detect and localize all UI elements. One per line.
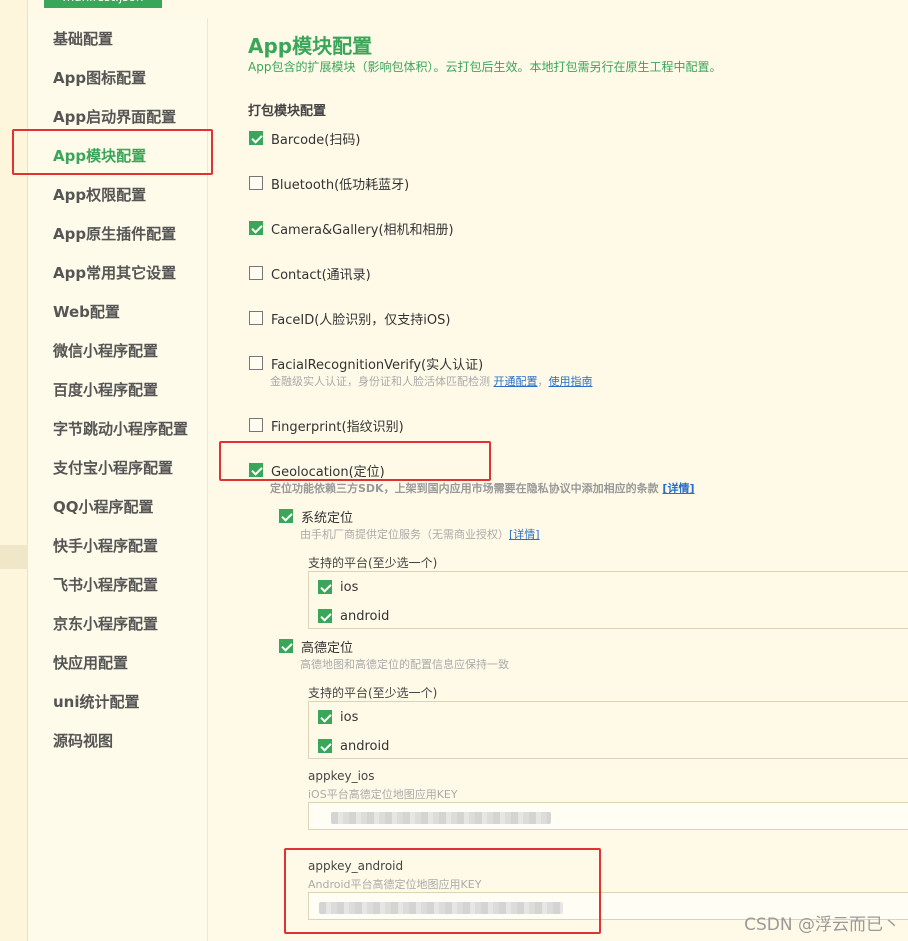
facial-verify-description: 金融级实人认证，身份证和人脸活体匹配检测 开通配置，使用指南 [270,373,593,389]
geolocation-desc-text: 定位功能依赖三方SDK，上架到国内应用市场需要在隐私协议中添加相应的条款 [270,482,659,495]
sidebar-item-app-modules[interactable]: App模块配置 [53,145,146,167]
platform-label: android [340,608,390,624]
sidebar-item-kuaishou[interactable]: 快手小程序配置 [53,535,158,557]
checkbox-checked-icon[interactable] [249,131,263,145]
sidebar-item-app-permissions[interactable]: App权限配置 [53,184,146,206]
checkbox-unchecked-icon[interactable] [249,356,263,370]
checkbox-checked-icon[interactable] [318,710,332,724]
sidebar-item-source-view[interactable]: 源码视图 [53,730,113,752]
system-location-details-link[interactable]: [详情] [509,528,540,541]
sidebar-item-basic[interactable]: 基础配置 [53,28,113,50]
platform-label: ios [340,579,359,595]
sidebar-item-app-other[interactable]: App常用其它设置 [53,262,176,284]
checkbox-checked-icon[interactable] [318,739,332,753]
page-subtitle: App包含的扩展模块（影响包体积）。云打包后生效。本地打包需另行在原生工程中配置… [248,60,722,74]
module-label: Fingerprint(指纹识别) [271,419,404,435]
amap-platform-ios[interactable]: ios [318,708,358,726]
left-edge-marker [0,545,28,569]
module-label: Camera&Gallery(相机和相册) [271,222,454,238]
module-config-panel: App模块配置 App包含的扩展模块（影响包体积）。云打包后生效。本地打包需另行… [208,18,908,941]
system-platform-label: 支持的平台(至少选一个) [308,556,438,570]
module-fingerprint[interactable]: Fingerprint(指纹识别) [249,416,404,435]
system-location-desc-text: 由手机厂商提供定位服务（无需商业授权） [300,528,509,541]
module-geolocation[interactable]: Geolocation(定位) [249,461,385,480]
page-title: App模块配置 [248,34,373,58]
system-platform-ios[interactable]: ios [318,578,358,596]
module-barcode[interactable]: Barcode(扫码) [249,129,361,148]
module-label: FacialRecognitionVerify(实人认证) [271,357,484,373]
sidebar-item-uni-stat[interactable]: uni统计配置 [53,691,140,713]
amap-platform-android[interactable]: android [318,737,389,755]
appkey-ios-input-box [308,802,908,830]
system-location-label: 系统定位 [301,510,354,526]
sidebar-item-qq[interactable]: QQ小程序配置 [53,496,154,518]
checkbox-checked-icon[interactable] [318,580,332,594]
sidebar-item-weixin[interactable]: 微信小程序配置 [53,340,158,362]
amap-platform-group [308,701,908,759]
system-platform-android[interactable]: android [318,607,389,625]
sidebar-item-app-native-plugins[interactable]: App原生插件配置 [53,223,176,245]
checkbox-checked-icon[interactable] [249,463,263,477]
geolocation-description: 定位功能依赖三方SDK，上架到国内应用市场需要在隐私协议中添加相应的条款 [详情… [270,480,694,496]
amap-location-description: 高德地图和高德定位的配置信息应保持一致 [300,658,509,671]
amap-platform-label: 支持的平台(至少选一个) [308,686,438,700]
module-bluetooth[interactable]: Bluetooth(低功耗蓝牙) [249,174,410,193]
appkey-android-label: appkey_android [308,859,404,873]
system-location-description: 由手机厂商提供定位服务（无需商业授权）[详情] [300,526,540,542]
sidebar-item-web[interactable]: Web配置 [53,301,120,323]
left-edge-panel [0,0,28,941]
checkbox-unchecked-icon[interactable] [249,266,263,280]
sidebar-item-alipay[interactable]: 支付宝小程序配置 [53,457,173,479]
checkbox-unchecked-icon[interactable] [249,311,263,325]
section-title: 打包模块配置 [248,104,327,119]
checkbox-unchecked-icon[interactable] [249,418,263,432]
facial-open-config-link[interactable]: 开通配置 [494,375,538,388]
amap-location-label: 高德定位 [301,640,354,656]
facial-verify-desc-text: 金融级实人认证，身份证和人脸活体匹配检测 [270,375,490,388]
redacted-key-mask [331,812,551,824]
module-label: FaceID(人脸识别，仅支持iOS) [271,312,451,328]
module-label: Barcode(扫码) [271,132,361,148]
appkey-ios-hint: iOS平台高德定位地图应用KEY [308,788,458,801]
checkbox-checked-icon[interactable] [249,221,263,235]
sidebar-item-jd[interactable]: 京东小程序配置 [53,613,158,635]
platform-label: ios [340,709,359,725]
sidebar-item-app-splash[interactable]: App启动界面配置 [53,106,176,128]
sidebar-item-quickapp[interactable]: 快应用配置 [53,652,128,674]
amap-location-option[interactable]: 高德定位 [279,637,354,656]
sidebar-item-app-icon[interactable]: App图标配置 [53,67,146,89]
facial-link-separator: ， [537,375,549,388]
checkbox-unchecked-icon[interactable] [249,176,263,190]
system-location-option[interactable]: 系统定位 [279,507,354,526]
module-label: Bluetooth(低功耗蓝牙) [271,177,410,193]
sidebar-item-baidu[interactable]: 百度小程序配置 [53,379,158,401]
settings-sidebar: 基础配置 App图标配置 App启动界面配置 App模块配置 App权限配置 A… [29,18,207,941]
file-tab-manifest[interactable]: manifest.json [44,0,162,8]
geolocation-details-link[interactable]: [详情] [662,482,694,495]
appkey-android-hint: Android平台高德定位地图应用KEY [308,878,482,891]
checkbox-checked-icon[interactable] [318,609,332,623]
module-contact[interactable]: Contact(通讯录) [249,264,371,283]
facial-guide-link[interactable]: 使用指南 [549,375,593,388]
module-label: Geolocation(定位) [271,464,385,480]
module-facial-verify[interactable]: FacialRecognitionVerify(实人认证) [249,354,484,373]
platform-label: android [340,738,390,754]
module-faceid[interactable]: FaceID(人脸识别，仅支持iOS) [249,309,451,328]
sidebar-item-bytedance[interactable]: 字节跳动小程序配置 [53,418,188,440]
checkbox-checked-icon[interactable] [279,639,293,653]
checkbox-checked-icon[interactable] [279,509,293,523]
module-camera-gallery[interactable]: Camera&Gallery(相机和相册) [249,219,454,238]
appkey-ios-label: appkey_ios [308,769,375,783]
system-platform-group [308,571,908,629]
module-label: Contact(通讯录) [271,267,371,283]
redacted-key-mask [319,902,563,914]
sidebar-item-feishu[interactable]: 飞书小程序配置 [53,574,158,596]
watermark: CSDN @浮云而已丶 [744,915,900,935]
